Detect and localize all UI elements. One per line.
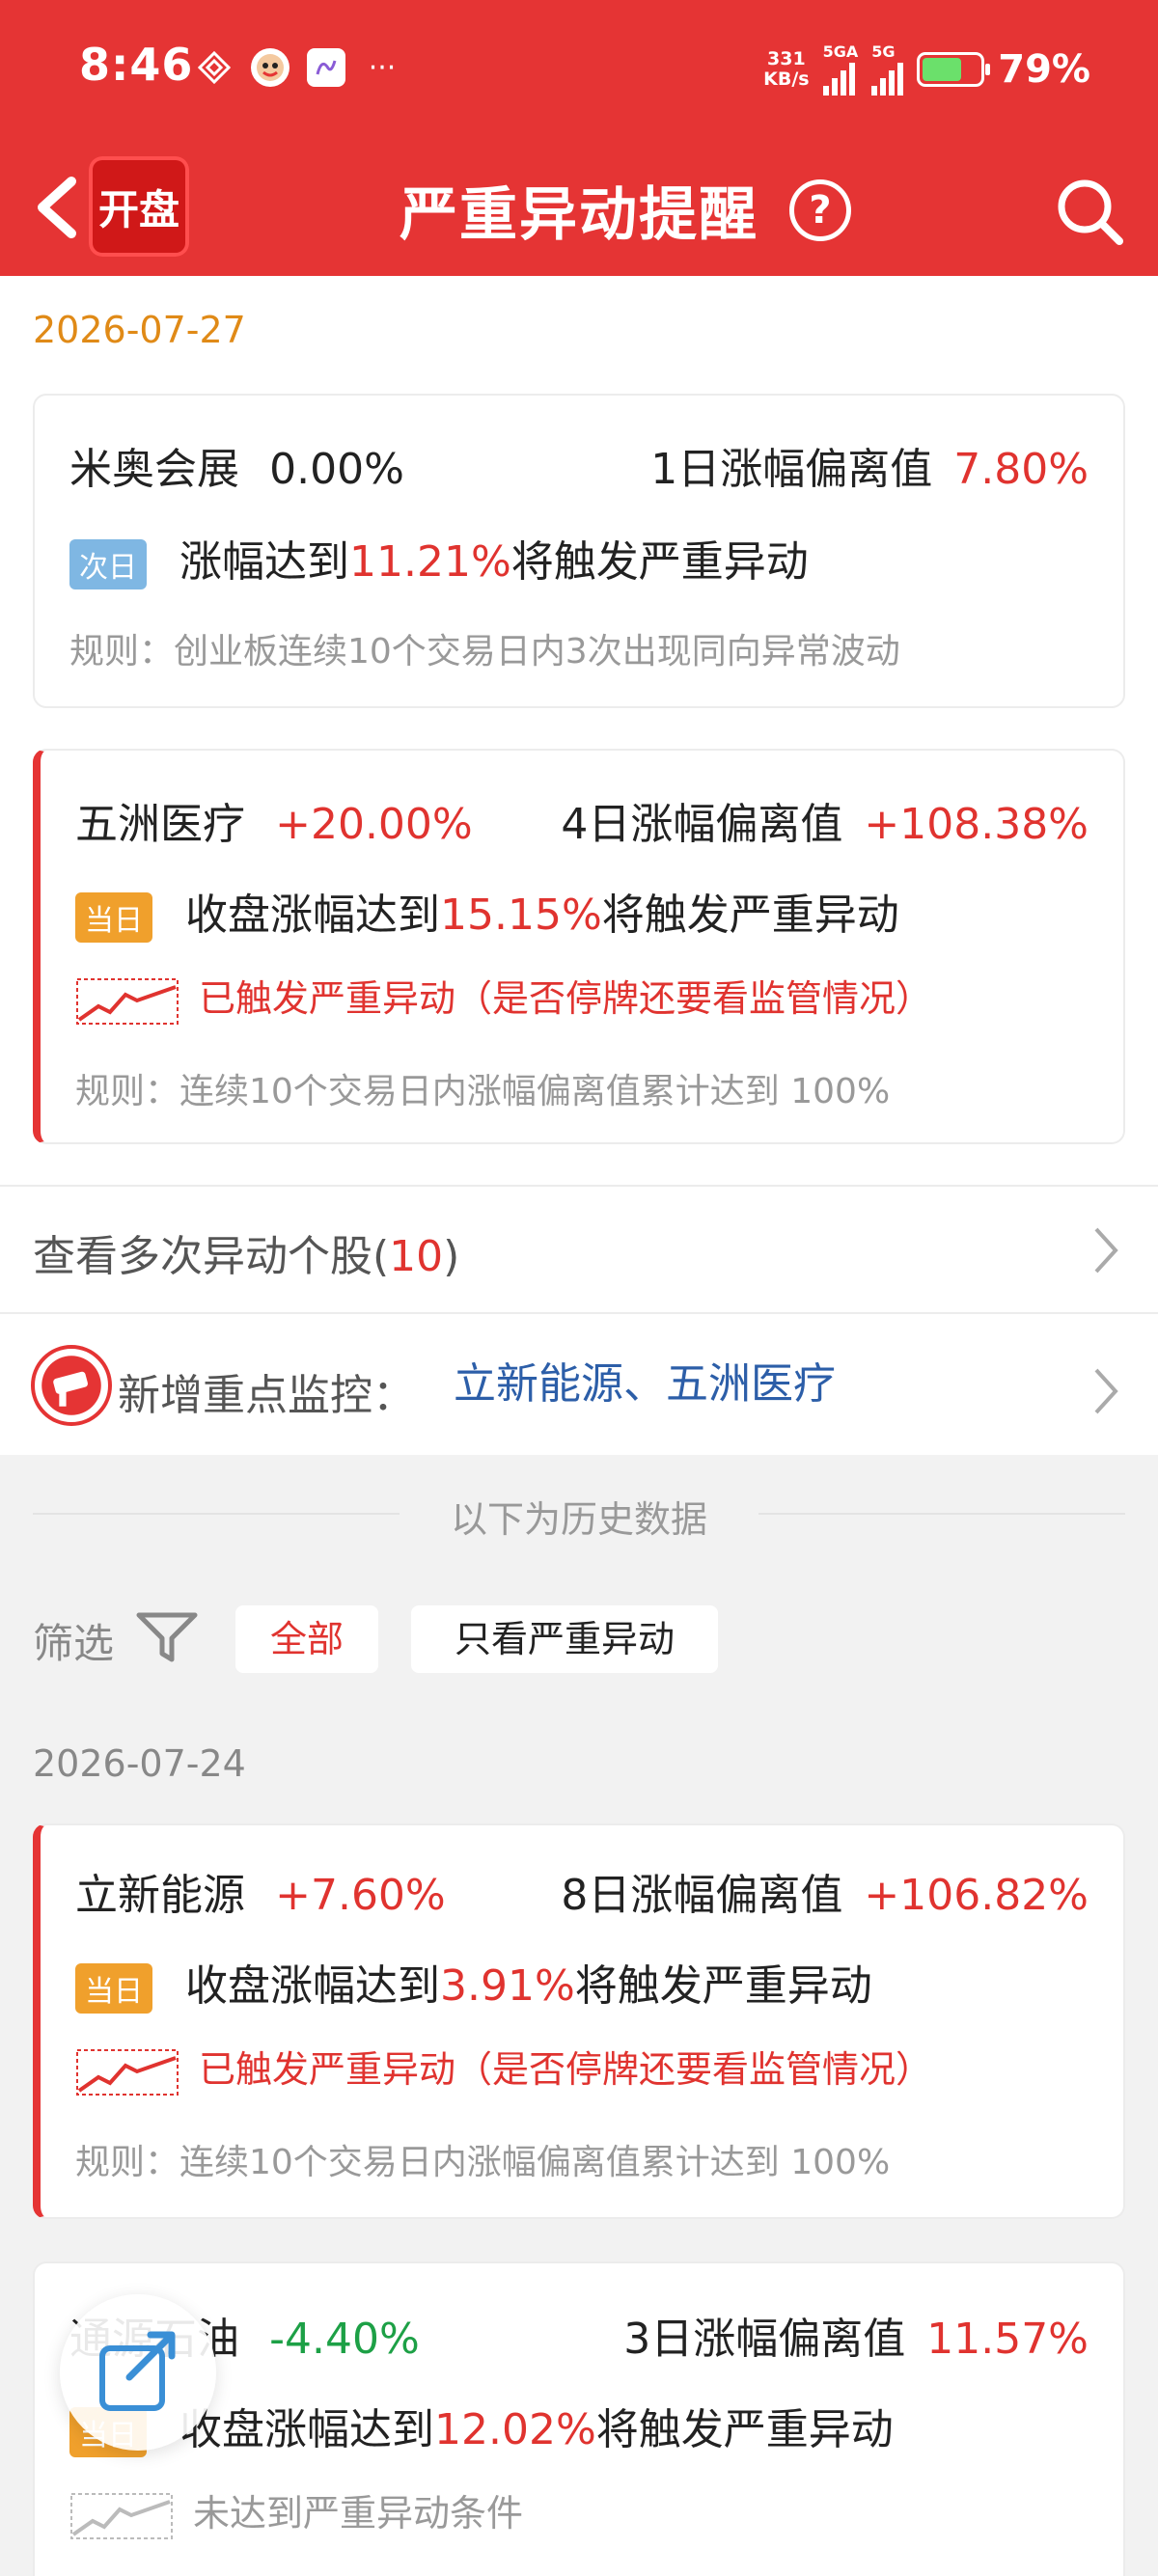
- key-monitor-row[interactable]: 新增重点监控： 立新能源、五洲医疗: [0, 1314, 1158, 1455]
- search-icon[interactable]: [1052, 174, 1129, 251]
- sim2-label: 5G: [871, 42, 896, 61]
- rule-text: 规则：连续10个交易日内涨幅偏离值累计达到 100%: [75, 2143, 891, 2182]
- nav-bar: 开盘 严重异动提醒 ?: [0, 145, 1158, 276]
- page-title: 严重异动提醒: [400, 181, 758, 249]
- today-date: 2026-07-27: [33, 309, 246, 351]
- alert-card[interactable]: 立新能源 +7.60% 8日涨幅偏离值 +106.82% 当日 收盘涨幅达到3.91…: [33, 1823, 1125, 2219]
- deviation-label: 1日涨幅偏离值: [650, 445, 933, 494]
- trigger-text: 涨幅达到: [179, 537, 349, 587]
- rule-text: 规则：创业板连续10个交易日内3次出现同向异常波动: [69, 632, 900, 671]
- trigger-text: 收盘涨幅达到: [185, 1961, 440, 2011]
- trigger-suffix: 将触发严重异动: [595, 2405, 894, 2454]
- system-indicators: 331 KB/s 5GA 5G 79%: [763, 42, 1090, 96]
- deviation-label: 4日涨幅偏离值: [561, 800, 843, 849]
- history-title: 以下为历史数据: [450, 1498, 707, 1541]
- stock-name: 米奥会展: [69, 445, 239, 494]
- sim1-signal: 5GA: [822, 42, 859, 96]
- filter-icon[interactable]: [133, 1607, 201, 1665]
- battery-level: 79%: [998, 46, 1090, 92]
- trigger-suffix: 将触发严重异动: [510, 537, 809, 587]
- trigger-value: 15.15%: [440, 891, 602, 940]
- trend-chart-icon: [70, 2492, 173, 2539]
- help-icon[interactable]: ?: [789, 179, 851, 241]
- timing-tag: 次日: [69, 539, 147, 589]
- filter-label: 筛选: [33, 1620, 115, 1667]
- trigger-value: 12.02%: [434, 2405, 596, 2454]
- camera-monitor-icon: [31, 1345, 112, 1426]
- top-bar: 8:46 ··· 331 KB/s 5GA 5G 79% 开盘 严重异动提醒 ?: [0, 0, 1158, 276]
- status-text: 未达到严重异动条件: [193, 2492, 524, 2535]
- more-stocks-row[interactable]: 查看多次异动个股(10): [0, 1187, 1158, 1312]
- share-icon: [99, 2331, 176, 2411]
- timing-tag: 当日: [75, 892, 152, 943]
- network-speed: 331 KB/s: [763, 47, 810, 90]
- deviation-value: +106.82%: [864, 1871, 1089, 1920]
- history-date: 2026-07-24: [33, 1742, 246, 1785]
- trigger-suffix: 将触发严重异动: [601, 891, 899, 940]
- trigger-text: 收盘涨幅达到: [179, 2405, 434, 2454]
- stock-name: 立新能源: [75, 1871, 245, 1920]
- status-text: 已触发严重异动（是否停牌还要看监管情况）: [199, 977, 933, 1020]
- status-text: 已触发严重异动（是否停牌还要看监管情况）: [199, 2048, 933, 2091]
- network-speed-unit: KB/s: [763, 68, 810, 90]
- diamond-app-icon: [195, 48, 234, 87]
- sim2-signal: 5G: [871, 42, 904, 96]
- trend-chart-icon: [76, 2048, 179, 2096]
- trigger-text: 收盘涨幅达到: [185, 891, 440, 940]
- deviation-value: +108.38%: [864, 800, 1089, 849]
- trend-chart-icon: [76, 977, 179, 1025]
- timing-tag: 当日: [75, 1963, 152, 2014]
- stock-change: -4.40%: [269, 2315, 420, 2364]
- deviation-value: 7.80%: [953, 445, 1089, 494]
- chevron-right-icon: [1094, 1227, 1118, 1274]
- stock-change: +20.00%: [275, 800, 473, 849]
- more-stocks-count: 10: [389, 1232, 444, 1281]
- trigger-value: 11.21%: [349, 537, 511, 587]
- filter-all-chip[interactable]: 全部: [235, 1605, 378, 1673]
- more-notifications-icon: ···: [368, 50, 397, 85]
- rule-text: 规则：连续10个交易日内涨幅偏离值累计达到 100%: [75, 1072, 891, 1111]
- deviation-label: 3日涨幅偏离值: [623, 2315, 906, 2364]
- stock-change: +7.60%: [275, 1871, 446, 1920]
- more-stocks-close: ): [443, 1232, 460, 1281]
- deviation-value: 11.57%: [926, 2315, 1089, 2364]
- share-button[interactable]: [60, 2294, 216, 2451]
- battery-icon: [917, 51, 991, 87]
- alert-card[interactable]: 五洲医疗 +20.00% 4日涨幅偏离值 +108.38% 当日 收盘涨幅达到15.…: [33, 749, 1125, 1144]
- trigger-value: 3.91%: [440, 1961, 575, 2011]
- pen-app-icon: [307, 48, 345, 87]
- status-bar: 8:46 ··· 331 KB/s 5GA 5G 79%: [0, 0, 1158, 145]
- filter-severe-chip[interactable]: 只看严重异动: [411, 1605, 718, 1673]
- monitor-stocks[interactable]: 立新能源、五洲医疗: [454, 1349, 836, 1411]
- signal-icon: [822, 61, 855, 96]
- stock-change: 0.00%: [269, 445, 404, 494]
- signal-icon: [871, 61, 904, 96]
- network-speed-value: 331: [767, 47, 806, 69]
- deviation-label: 8日涨幅偏离值: [561, 1871, 843, 1920]
- chevron-right-icon: [1094, 1368, 1118, 1414]
- sim1-label: 5GA: [822, 42, 859, 61]
- trigger-suffix: 将触发严重异动: [574, 1961, 872, 2011]
- mascot-app-icon: [251, 48, 290, 87]
- more-stocks-label: 查看多次异动个股(: [33, 1232, 390, 1281]
- monitor-label: 新增重点监控：: [118, 1371, 415, 1420]
- alert-card[interactable]: 米奥会展 0.00% 1日涨幅偏离值 7.80% 次日 涨幅达到11.21%将触发严…: [33, 394, 1125, 708]
- status-time: 8:46: [79, 39, 194, 91]
- stock-name: 五洲医疗: [75, 800, 245, 849]
- notification-icons: ···: [195, 48, 401, 87]
